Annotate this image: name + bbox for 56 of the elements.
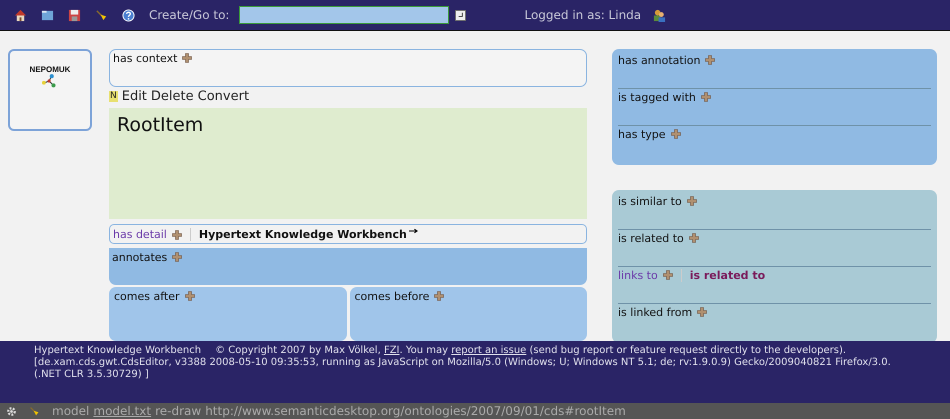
footer-link[interactable]: report an issue [451,345,526,356]
detail-item-link[interactable]: Hypertext Knowledge Workbench [198,228,407,241]
related-item-link[interactable]: is related to [690,269,766,282]
user-icon[interactable] [653,8,666,22]
item-title: RootItem [117,114,204,136]
broom-icon[interactable] [95,8,108,22]
build-info: (.NET CLR 3.5.30729) ] [34,369,149,381]
relation-label: is similar to [618,195,682,208]
relation-label: is linked from [618,306,692,319]
copyright-notice: © Copyright 2007 by Max Völkel, FZI. You may report an issue (send bug report or feature request directly to the developers). [215,345,846,357]
add-icon[interactable] [670,129,681,139]
save-icon[interactable] [68,8,81,22]
build-info: [de.xam.cds.gwt.CdsEditor, v3388 2008-05-10 09:35:53, running as JavaScript on Mozilla/5.0 (Windows; U; Windows NT 5.1; de; rv:1.9.0.9) Gecko/2009040821 Firefox/3.0. [34,357,891,369]
add-icon[interactable] [697,307,708,317]
add-icon[interactable] [172,252,182,262]
relation-label: is tagged with [618,91,696,104]
add-icon[interactable] [182,53,192,63]
relation-link[interactable]: links to [618,269,658,282]
add-icon[interactable] [705,55,716,65]
action-link[interactable]: Edit [122,89,147,104]
relation-label: is related to [618,232,684,245]
add-icon[interactable] [688,233,699,243]
add-icon[interactable] [434,290,444,301]
relation-label: comes after [114,290,180,303]
add-icon[interactable] [662,270,673,280]
add-icon[interactable] [700,92,711,102]
folder-icon[interactable] [41,8,54,22]
add-icon[interactable] [184,290,195,301]
relation-label: has type [618,128,666,141]
status-text: model [52,404,90,418]
arrow-right-icon[interactable] [408,228,418,234]
note-badge: N [109,91,118,102]
create-input-field[interactable] [239,6,450,24]
logo-card[interactable]: NEPOMUK [8,49,92,131]
broom-icon[interactable] [29,406,40,416]
relation-label: has context [113,52,178,65]
create-label: Create/Go to: [149,8,230,22]
app-name: Hypertext Knowledge Workbench [34,345,202,357]
action-link[interactable]: Convert [198,89,250,104]
item-content-area[interactable]: RootItem [109,108,587,220]
relation-label: comes before [354,290,430,303]
relation-label: annotates [112,251,168,264]
status-text: re-draw [155,404,202,418]
add-icon[interactable] [172,230,182,240]
relation-label: has annotation [618,54,700,67]
help-icon[interactable] [122,8,135,22]
footer-link[interactable]: FZI [384,345,400,356]
logo-text: NEPOMUK [30,65,70,74]
relation-link[interactable]: has detail [113,228,167,241]
login-status: Logged in as: Linda [524,8,642,22]
enter-icon[interactable] [455,10,466,20]
add-icon[interactable] [686,196,697,206]
gear-icon[interactable] [6,406,17,416]
status-text: http://www.semanticdesktop.org/ontologies/2007/09/01/cds#rootItem [205,404,626,418]
home-icon[interactable] [14,8,27,22]
action-link[interactable]: Delete [150,89,194,104]
